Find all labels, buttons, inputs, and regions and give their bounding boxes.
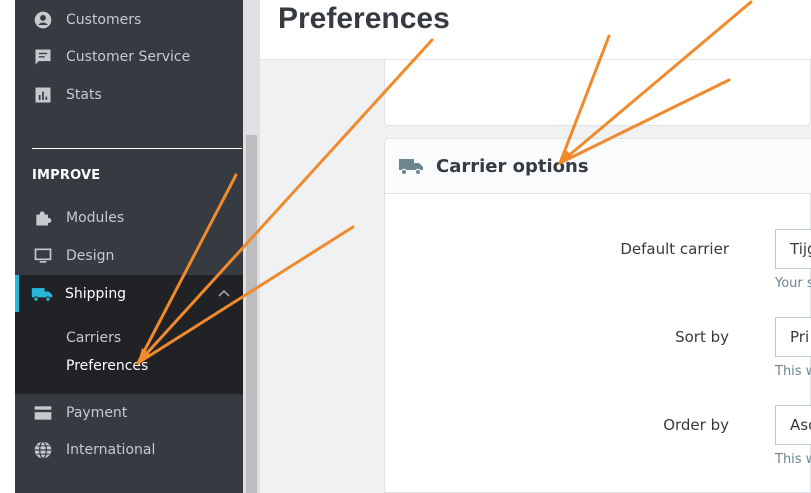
sidebar-item-payment[interactable]: Payment <box>15 395 243 431</box>
sidebar-item-stats[interactable]: Stats <box>15 77 243 113</box>
sidebar-item-label: Modules <box>66 210 125 226</box>
default-carrier-label: Default carrier <box>620 240 729 258</box>
sidebar-item-label: Payment <box>66 405 128 421</box>
card-title: Carrier options <box>436 156 589 177</box>
sidebar-item-label: Stats <box>66 87 102 103</box>
sort-by-help: This w <box>775 364 811 379</box>
sidebar-item-label: International <box>66 442 156 458</box>
monitor-icon <box>34 248 52 263</box>
page-header: Preferences <box>260 0 811 60</box>
truck-icon <box>399 159 423 176</box>
sort-by-select[interactable]: Pri <box>775 317 811 357</box>
sidebar-item-customers[interactable]: Customers <box>15 2 243 38</box>
default-carrier-select[interactable]: Tijg <box>775 229 811 269</box>
puzzle-icon <box>36 211 52 226</box>
truck-icon <box>31 288 53 302</box>
sidebar-item-international[interactable]: International <box>15 432 243 468</box>
submenu-item-preferences[interactable]: Preferences <box>66 358 148 374</box>
chat-icon <box>35 49 51 65</box>
sidebar-item-design[interactable]: Design <box>15 238 243 274</box>
sidebar-divider <box>32 148 242 149</box>
globe-icon <box>34 441 52 459</box>
left-edge-strip <box>0 0 15 493</box>
sidebar-item-label: Shipping <box>65 286 127 302</box>
bar-chart-icon <box>35 87 51 103</box>
page-title: Preferences <box>278 2 450 35</box>
sidebar-item-shipping[interactable]: Shipping <box>15 276 243 312</box>
account-circle-icon <box>34 11 52 29</box>
order-by-help: This w <box>775 452 811 467</box>
order-by-select[interactable]: Asc <box>775 405 811 445</box>
card-header: Carrier options <box>385 139 811 194</box>
sort-by-label: Sort by <box>675 328 729 346</box>
order-by-label: Order by <box>663 416 729 434</box>
sidebar-section-label: IMPROVE <box>32 168 101 183</box>
sidebar-item-label: Customer Service <box>66 49 191 65</box>
credit-card-icon <box>34 406 52 420</box>
sidebar-scroll-thumb[interactable] <box>246 135 257 493</box>
default-carrier-help: Your s <box>775 276 811 291</box>
sidebar-item-customer-service[interactable]: Customer Service <box>15 39 243 75</box>
card-above <box>384 60 811 126</box>
sidebar-nav: Customers Customer Service Stats IMPROVE… <box>15 0 243 493</box>
sidebar-item-modules[interactable]: Modules <box>15 200 243 236</box>
carrier-options-card: Carrier options Default carrier Tijg You… <box>384 138 811 493</box>
submenu-item-carriers[interactable]: Carriers <box>66 330 121 346</box>
sidebar-item-label: Design <box>66 248 115 264</box>
sidebar-item-label: Customers <box>66 12 142 28</box>
chevron-up-icon[interactable] <box>217 288 231 298</box>
